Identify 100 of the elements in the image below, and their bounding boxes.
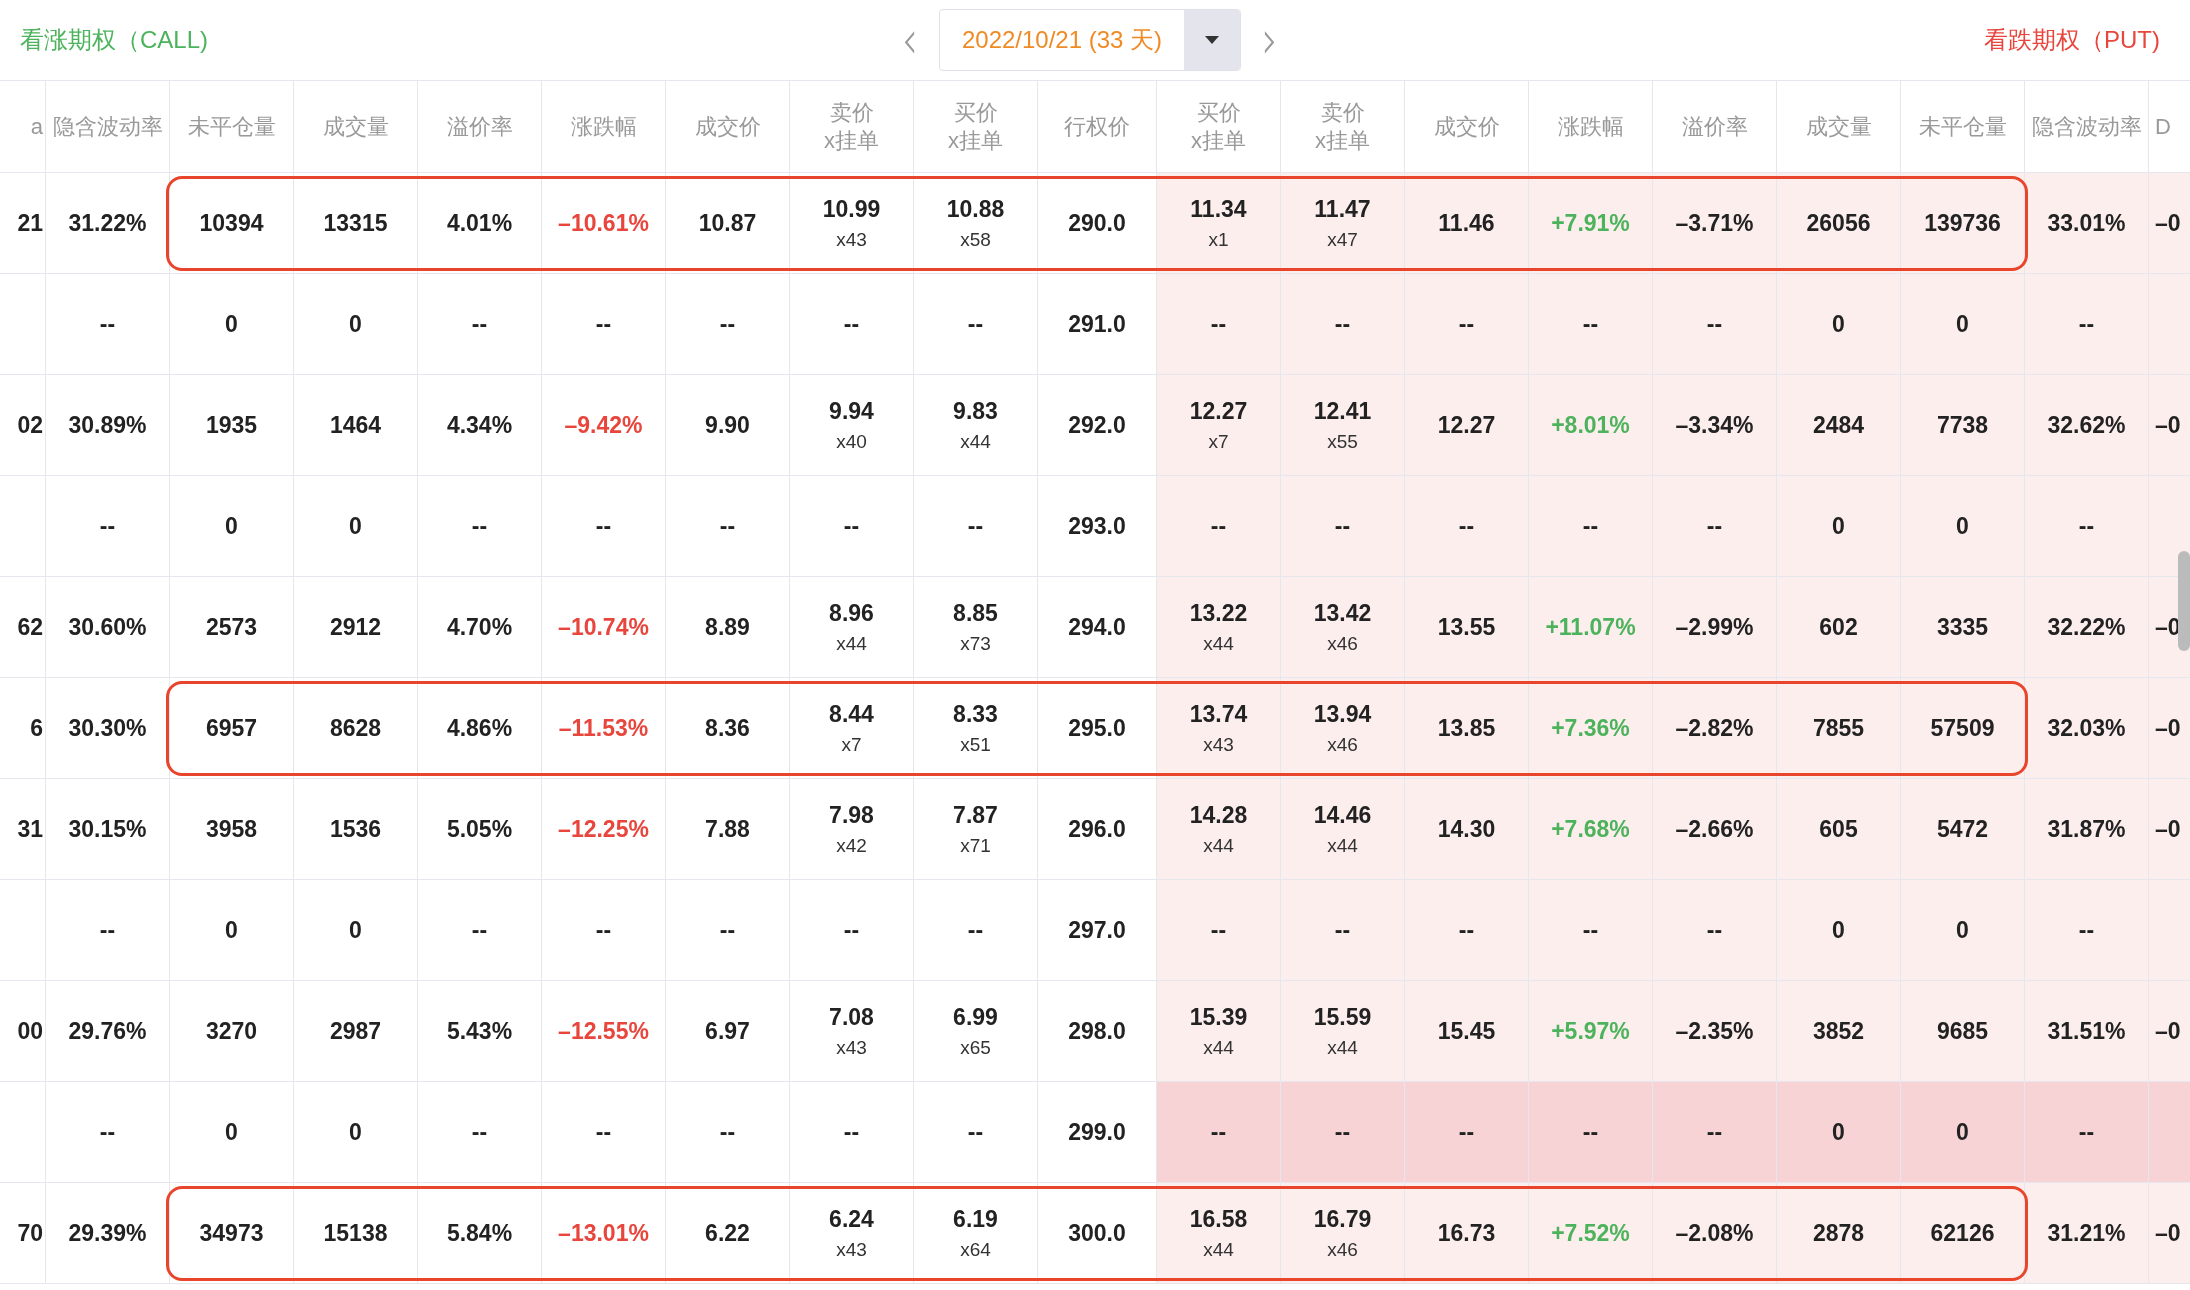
scrollbar-thumb[interactable]: [2178, 551, 2190, 651]
ask-price: 6.24: [829, 1205, 874, 1233]
ask-price: 11.47: [1314, 195, 1371, 223]
table-cell: 8.36: [666, 678, 790, 779]
table-cell: 7.88: [666, 779, 790, 880]
column-header[interactable]: 成交量: [294, 81, 418, 173]
table-cell: –13.01%: [542, 1183, 666, 1284]
table-cell: 8.89: [666, 577, 790, 678]
previous-button[interactable]: ‹: [899, 13, 922, 67]
table-cell: 297.0: [1038, 880, 1157, 981]
table-cell: 6957: [170, 678, 294, 779]
column-header[interactable]: 涨跌幅: [542, 81, 666, 173]
table-cell: --: [46, 880, 170, 981]
bid-price: 9.83: [953, 397, 998, 425]
table-cell: --: [46, 274, 170, 375]
table-cell: 0: [294, 880, 418, 981]
table-cell: –0: [2149, 1183, 2190, 1284]
table-cell: 292.0: [1038, 375, 1157, 476]
ask-size: x42: [836, 834, 867, 857]
bid-size: x44: [1203, 632, 1234, 655]
table-cell: --: [542, 880, 666, 981]
bid-size: x1: [1208, 228, 1229, 251]
table-cell: 299.0: [1038, 1082, 1157, 1183]
table-cell: --: [542, 1082, 666, 1183]
dropdown-button[interactable]: [1184, 10, 1241, 70]
bid-size: x65: [960, 1036, 991, 1059]
table-cell: 1536: [294, 779, 418, 880]
table-cell: 4.01%: [418, 173, 542, 274]
column-header[interactable]: 隐含波动率: [46, 81, 170, 173]
column-header[interactable]: 买价 x挂单: [914, 81, 1038, 173]
column-header[interactable]: a: [0, 81, 46, 173]
table-cell: 21: [0, 173, 46, 274]
table-cell: +7.52%: [1529, 1183, 1653, 1284]
table-cell: 6.97: [666, 981, 790, 1082]
table-cell: 4.70%: [418, 577, 542, 678]
table-cell: --: [790, 1082, 914, 1183]
next-button[interactable]: ›: [1258, 13, 1281, 67]
ask-size: x55: [1327, 430, 1358, 453]
bid-price: 10.88: [946, 195, 1005, 223]
table-cell: 70: [0, 1183, 46, 1284]
table-cell: –12.55%: [542, 981, 666, 1082]
bid-price: 11.34: [1190, 195, 1247, 223]
table-cell: 31: [0, 779, 46, 880]
expiry-date: 2022/10/21 (33 天): [960, 25, 1164, 55]
table-cell: 30.89%: [46, 375, 170, 476]
table-cell: 0: [170, 1082, 294, 1183]
table-cell: --: [46, 1082, 170, 1183]
bid-size: x58: [960, 228, 991, 251]
ask-size: x44: [836, 632, 867, 655]
table-cell: --: [914, 274, 1038, 375]
bid-price: 14.28: [1189, 801, 1248, 829]
column-header[interactable]: 未平仓量: [170, 81, 294, 173]
table-cell: 2912: [294, 577, 418, 678]
ask-price: 12.41: [1313, 397, 1372, 425]
ask-price: 7.98: [829, 801, 874, 829]
table-cell: –10.61%: [542, 173, 666, 274]
ask-size: x43: [836, 228, 867, 251]
table-cell: 291.0: [1038, 274, 1157, 375]
column-header[interactable]: 卖价 x挂单: [790, 81, 914, 173]
table-cell: --: [46, 476, 170, 577]
bid-price: 6.99: [953, 1003, 998, 1031]
bid-size: x7: [1208, 430, 1229, 453]
ask-price: 13.42: [1313, 599, 1372, 627]
table-cell: 31.21%: [2025, 1183, 2149, 1284]
ask-price: 14.46: [1313, 801, 1372, 829]
bid-price: 13.74: [1189, 700, 1248, 728]
table-cell: 8628: [294, 678, 418, 779]
put-options-title: 看跌期权（PUT): [1983, 25, 2161, 55]
table-cell: 0: [294, 274, 418, 375]
ask-price: 8.96: [829, 599, 874, 627]
table-cell: –12.25%: [542, 779, 666, 880]
column-header[interactable]: 成交价: [666, 81, 790, 173]
bid-size: x64: [960, 1238, 991, 1261]
column-header[interactable]: 溢价率: [418, 81, 542, 173]
table-cell: --: [542, 476, 666, 577]
table-cell: --: [914, 1082, 1038, 1183]
expiry-dropdown[interactable]: 2022/10/21 (33 天): [938, 9, 1242, 71]
ask-size: x43: [836, 1036, 867, 1059]
table-cell: --: [418, 880, 542, 981]
table-cell: 1464: [294, 375, 418, 476]
table-cell: –11.53%: [542, 678, 666, 779]
table-cell: 34973: [170, 1183, 294, 1284]
table-cell: --: [790, 274, 914, 375]
table-cell: 2573: [170, 577, 294, 678]
ask-price: 15.59: [1313, 1003, 1372, 1031]
table-cell: --: [914, 476, 1038, 577]
bid-price: 12.27: [1189, 397, 1248, 425]
table-cell: 5.05%: [418, 779, 542, 880]
table-cell: 29.39%: [46, 1183, 170, 1284]
table-cell: 13315: [294, 173, 418, 274]
table-cell: 295.0: [1038, 678, 1157, 779]
bid-size: x44: [1203, 1238, 1234, 1261]
table-cell: 0: [170, 476, 294, 577]
table-cell: 298.0: [1038, 981, 1157, 1082]
bid-price: 16.58: [1189, 1205, 1248, 1233]
table-cell: 0: [294, 476, 418, 577]
bid-price: 8.85: [953, 599, 998, 627]
table-cell: --: [666, 1082, 790, 1183]
column-header[interactable]: 行权价: [1038, 81, 1157, 173]
ask-size: x46: [1327, 733, 1358, 756]
